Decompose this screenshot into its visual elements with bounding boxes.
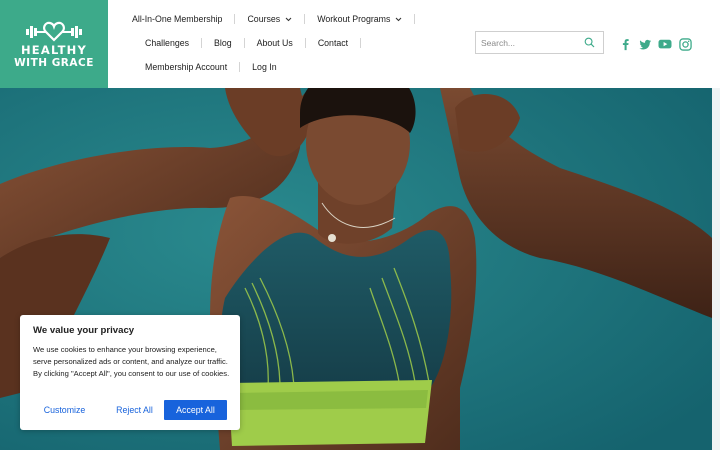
scrollbar-track[interactable] — [712, 88, 720, 450]
search-input[interactable] — [476, 32, 580, 53]
heart-dumbbell-icon — [26, 21, 82, 42]
nav-contact[interactable]: Contact — [318, 38, 348, 48]
cookie-consent-banner: We value your privacy We use cookies to … — [20, 315, 240, 430]
nav-divider — [239, 62, 241, 72]
nav-label: All-In-One Membership — [132, 14, 223, 24]
site-header: HEALTHY WITH GRACE All-In-One Membership… — [0, 0, 720, 88]
nav-row-1: All-In-One Membership Courses Workout Pr… — [132, 11, 427, 27]
nav-label: Log In — [252, 62, 277, 72]
chevron-down-icon — [285, 17, 292, 21]
nav-divider — [304, 38, 306, 48]
nav-divider — [360, 38, 362, 48]
nav-label: About Us — [256, 38, 293, 48]
twitter-icon[interactable] — [638, 37, 652, 51]
nav-blog[interactable]: Blog — [214, 38, 232, 48]
nav-divider — [304, 14, 306, 24]
nav-about-us[interactable]: About Us — [257, 38, 293, 48]
logo[interactable]: HEALTHY WITH GRACE — [0, 0, 108, 88]
logo-text-line1: HEALTHY — [20, 43, 87, 57]
chevron-down-icon — [396, 17, 402, 21]
nav-workout-programs[interactable]: Workout Programs — [317, 14, 402, 24]
nav-label: Challenges — [145, 38, 190, 48]
reject-all-button[interactable]: Reject All — [103, 400, 166, 420]
cookie-title: We value your privacy — [33, 325, 135, 336]
search-box — [475, 31, 604, 54]
nav-membership-account[interactable]: Membership Account — [145, 62, 227, 72]
search-icon[interactable] — [584, 37, 595, 48]
nav-row-2: Challenges Blog About Us Contact — [145, 35, 373, 51]
nav-divider — [243, 38, 245, 48]
nav-row-3: Membership Account Log In — [145, 59, 277, 75]
nav-label: Blog — [214, 38, 232, 48]
nav-label: Membership Account — [145, 62, 228, 72]
logo-text-line2: WITH GRACE — [14, 57, 94, 69]
nav-label: Courses — [247, 14, 281, 24]
youtube-icon[interactable] — [658, 37, 672, 51]
nav-divider — [201, 38, 203, 48]
nav-label: Contact — [317, 38, 349, 48]
facebook-icon[interactable] — [618, 37, 632, 51]
instagram-icon[interactable] — [678, 37, 692, 51]
nav-label: Workout Programs — [317, 14, 391, 24]
nav-divider — [234, 14, 236, 24]
nav-challenges[interactable]: Challenges — [145, 38, 189, 48]
nav-log-in[interactable]: Log In — [252, 62, 276, 72]
nav-courses[interactable]: Courses — [247, 14, 292, 24]
nav-all-in-one-membership[interactable]: All-In-One Membership — [132, 14, 222, 24]
cookie-description: We use cookies to enhance your browsing … — [33, 345, 230, 378]
accept-all-button[interactable]: Accept All — [164, 400, 227, 420]
customize-button[interactable]: Customize — [33, 400, 96, 420]
nav-divider — [414, 14, 416, 24]
